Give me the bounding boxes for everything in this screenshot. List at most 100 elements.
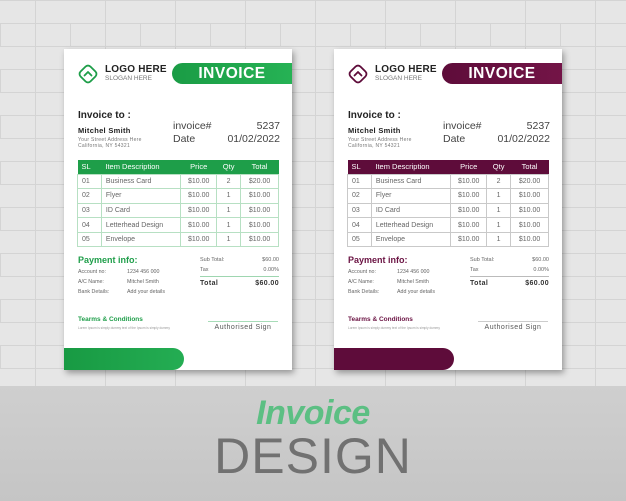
address-line-2: California, NY 54321	[348, 143, 401, 150]
chevron-diamond-logo-icon	[347, 63, 369, 85]
bill-to-label: Invoice to :	[348, 110, 401, 121]
invoice-meta: invoice# 5237 Date 01/02/2022	[443, 120, 550, 146]
tax-value: 0.00%	[263, 266, 279, 273]
signature-area: Authorised Sign	[208, 321, 278, 331]
col-price: Price	[450, 160, 487, 174]
col-description: Item Description	[371, 160, 451, 174]
cell-total: $10.00	[510, 217, 549, 233]
cell-price: $10.00	[180, 217, 218, 233]
bank-details-label: Bank Details:	[348, 289, 380, 295]
cell-sl: 03	[347, 202, 372, 219]
signature-line	[208, 321, 278, 322]
headline-design: DESIGN	[214, 428, 412, 484]
logo: LOGO HERE SLOGAN HERE	[347, 63, 437, 85]
subtotal-value: $60.00	[262, 257, 279, 263]
account-label: Account no:	[348, 269, 376, 275]
totals-divider	[200, 276, 279, 277]
cell-price: $10.00	[450, 202, 488, 219]
cell-qty: 1	[486, 231, 512, 248]
cell-description: Letterhead Design	[370, 217, 452, 233]
cell-qty: 2	[216, 173, 242, 190]
logo-title: LOGO HERE	[375, 64, 437, 76]
cell-qty: 2	[486, 173, 512, 190]
total-label: Total	[200, 280, 219, 287]
table-row: 05 Envelope $10.00 1 $10.00	[347, 231, 549, 248]
cell-price: $10.00	[180, 188, 218, 204]
cell-price: $10.00	[450, 173, 488, 190]
bill-to: Invoice to : Mitchel Smith Your Street A…	[348, 110, 412, 150]
cell-qty: 1	[216, 202, 242, 219]
ac-name-value: Mitchel Smith	[397, 279, 429, 285]
logo-title: LOGO HERE	[105, 64, 167, 76]
ac-name-value: Mitchel Smith	[127, 279, 159, 285]
terms-text: Lorem Ipsum is simply dummy text of the …	[78, 326, 170, 330]
col-total: Total	[510, 160, 549, 174]
table-header-row: SL Item Description Price Qty Total	[347, 160, 549, 174]
cell-description: ID Card	[370, 202, 452, 219]
cell-total: $10.00	[240, 217, 279, 233]
invoice-maroon: LOGO HERE SLOGAN HERE INVOICE Invoice to…	[334, 49, 562, 370]
subtotal-value: $60.00	[532, 257, 549, 263]
invoice-number: 5237	[526, 120, 550, 132]
cell-sl: 04	[347, 217, 372, 233]
total-value: $60.00	[525, 280, 549, 287]
cell-qty: 1	[216, 217, 242, 233]
terms-title: Tearms & Conditions	[78, 316, 143, 323]
cell-total: $10.00	[510, 188, 549, 204]
account-value: 1234 456 000	[397, 269, 430, 275]
signature-label: Authorised Sign	[214, 324, 272, 331]
cell-description: Flyer	[370, 188, 452, 204]
table-row: 03 ID Card $10.00 1 $10.00	[77, 202, 279, 219]
footer-accent-bar	[64, 348, 184, 370]
cell-description: Envelope	[370, 231, 452, 248]
cell-description: ID Card	[100, 202, 182, 219]
payment-info: Payment info: Account no: 1234 456 000 A…	[348, 255, 435, 295]
cell-sl: 05	[347, 231, 372, 248]
terms-title: Tearms & Conditions	[348, 316, 413, 323]
invoice-title-banner: INVOICE	[442, 63, 562, 84]
items-table: SL Item Description Price Qty Total 01 B…	[77, 160, 279, 248]
invoice-meta: invoice# 5237 Date 01/02/2022	[173, 120, 280, 146]
address-line-2: California, NY 54321	[78, 143, 131, 150]
invoice-green: LOGO HERE SLOGAN HERE INVOICE Invoice to…	[64, 49, 292, 370]
invoice-title-banner: INVOICE	[172, 63, 292, 84]
cell-sl: 03	[77, 202, 102, 219]
signature-line	[478, 321, 548, 322]
col-price: Price	[180, 160, 217, 174]
cell-qty: 1	[216, 188, 242, 204]
client-name: Mitchel Smith	[78, 126, 131, 135]
total-value: $60.00	[255, 280, 279, 287]
chevron-diamond-logo-icon	[77, 63, 99, 85]
totals-divider	[470, 276, 549, 277]
cell-sl: 01	[347, 173, 372, 190]
table-row: 01 Business Card $10.00 2 $20.00	[347, 173, 549, 190]
invoice-number: 5237	[256, 120, 280, 132]
table-header-row: SL Item Description Price Qty Total	[77, 160, 279, 174]
footer-accent-bar	[334, 348, 454, 370]
client-name: Mitchel Smith	[348, 126, 401, 135]
invoice-date: 01/02/2022	[227, 133, 280, 145]
account-value: 1234 456 000	[127, 269, 160, 275]
payment-info-title: Payment info:	[78, 255, 138, 265]
logo-slogan: SLOGAN HERE	[375, 75, 422, 83]
ac-name-label: A/C Name:	[78, 279, 104, 285]
cell-description: Envelope	[100, 231, 182, 248]
cell-price: $10.00	[180, 173, 218, 190]
account-label: Account no:	[78, 269, 106, 275]
total-label: Total	[470, 280, 489, 287]
table-row: 05 Envelope $10.00 1 $10.00	[77, 231, 279, 248]
bank-details-value: Add your details	[127, 289, 165, 295]
signature-label: Authorised Sign	[484, 324, 542, 331]
tax-label: Tax	[470, 266, 479, 273]
invoice-number-label: invoice#	[173, 120, 212, 132]
terms-conditions: Tearms & Conditions Lorem Ipsum is simpl…	[348, 316, 440, 330]
table-row: 04 Letterhead Design $10.00 1 $10.00	[347, 217, 549, 233]
totals: Sub Total: $60.00 Tax 0.00% Total $60.00	[200, 256, 279, 287]
col-qty: Qty	[486, 160, 511, 174]
date-label: Date	[443, 133, 466, 145]
cell-qty: 1	[486, 217, 512, 233]
logo-slogan: SLOGAN HERE	[105, 75, 152, 83]
cell-total: $10.00	[240, 188, 279, 204]
items-table: SL Item Description Price Qty Total 01 B…	[347, 160, 549, 248]
cell-price: $10.00	[450, 231, 488, 248]
